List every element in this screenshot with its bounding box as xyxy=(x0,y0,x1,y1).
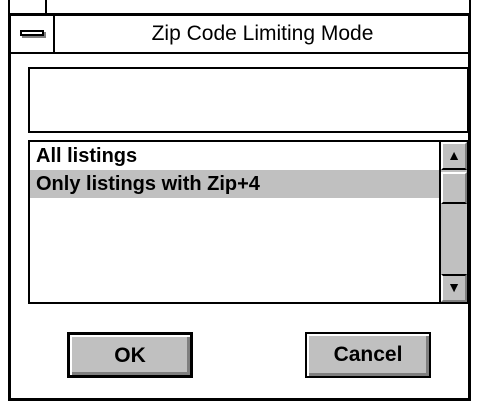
scroll-thumb[interactable] xyxy=(441,172,467,204)
background-window-edge xyxy=(8,0,10,13)
background-window-edge xyxy=(45,0,47,13)
zip-code-limiting-dialog: Zip Code Limiting Mode All listings Only… xyxy=(8,13,471,401)
system-menu-button[interactable] xyxy=(11,16,55,52)
scroll-up-button[interactable]: ▲ xyxy=(441,142,467,170)
vertical-scrollbar[interactable]: ▲ ▼ xyxy=(439,142,467,302)
list-items: All listings Only listings with Zip+4 xyxy=(30,142,439,302)
zip-code-input[interactable] xyxy=(28,67,469,133)
arrow-down-icon: ▼ xyxy=(447,279,461,295)
arrow-up-icon: ▲ xyxy=(447,147,461,163)
mode-listbox[interactable]: All listings Only listings with Zip+4 ▲ … xyxy=(28,140,469,304)
background-window-edge xyxy=(469,0,471,13)
ok-button[interactable]: OK xyxy=(67,332,193,378)
scroll-down-button[interactable]: ▼ xyxy=(441,274,467,302)
dialog-title: Zip Code Limiting Mode xyxy=(151,22,374,45)
title-bar: Zip Code Limiting Mode xyxy=(11,16,468,54)
list-item-zip4-listings[interactable]: Only listings with Zip+4 xyxy=(30,170,439,198)
list-item-all-listings[interactable]: All listings xyxy=(30,142,439,170)
cancel-button[interactable]: Cancel xyxy=(305,332,431,378)
system-menu-icon xyxy=(20,30,44,36)
